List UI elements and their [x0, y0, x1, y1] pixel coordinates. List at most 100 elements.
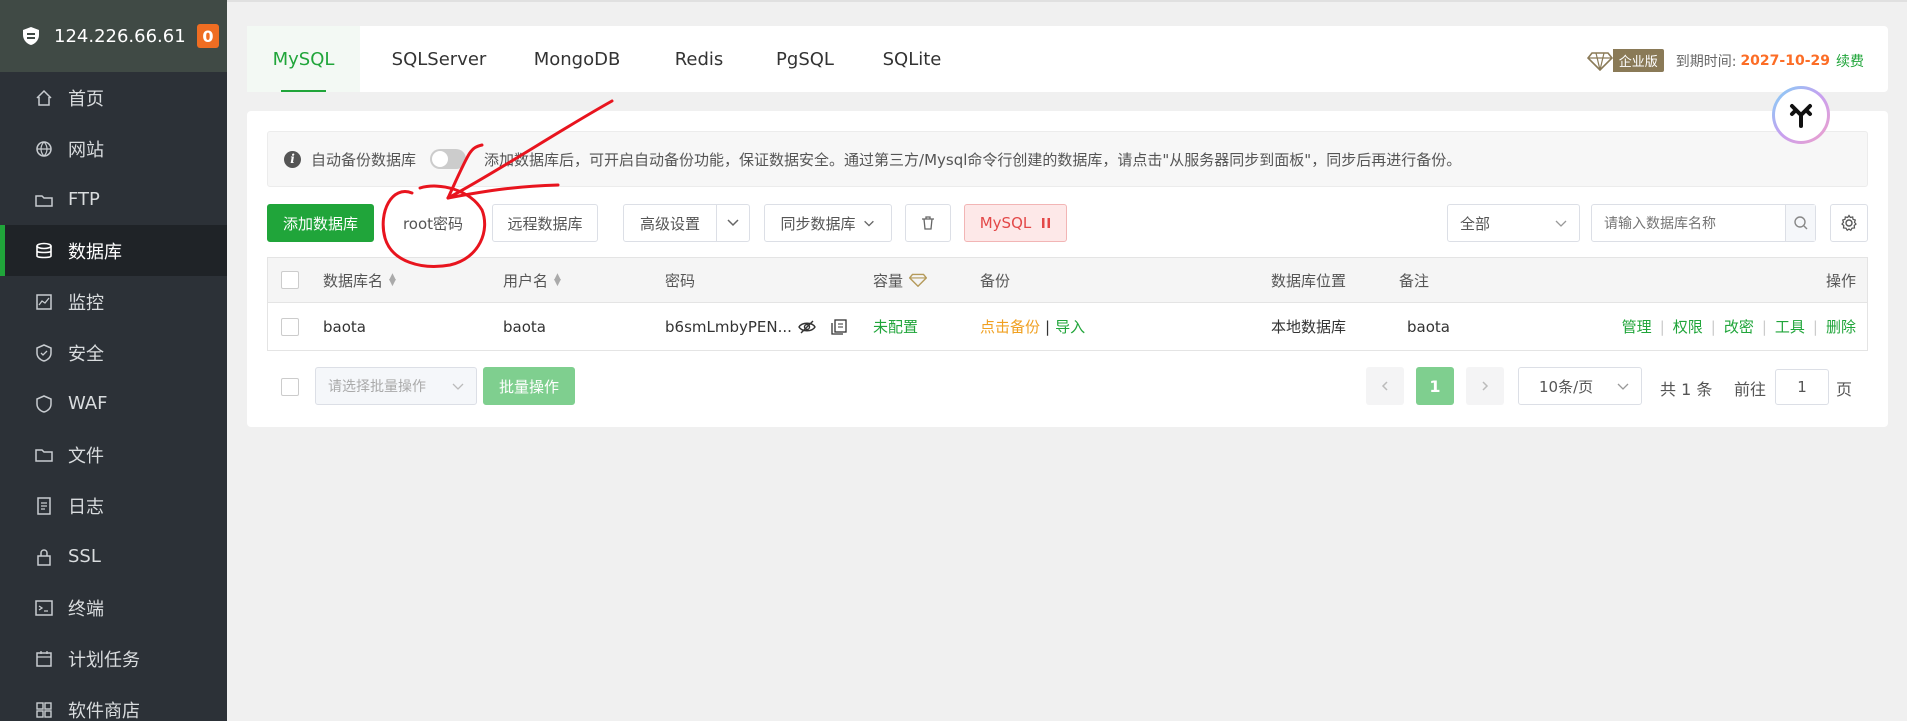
notice-text: 添加数据库后，可开启自动备份功能，保证数据安全。通过第三方/Mysql命令行创建…: [484, 150, 1462, 169]
database-table: 数据库名 ▲ ▼ 用户名 ▲ ▼ 密码 容量 备份 数据库位置 备注 操作 baot…: [267, 257, 1868, 351]
col-name-header[interactable]: 数据库名 ▲ ▼: [323, 258, 396, 302]
server-shield-icon: [20, 25, 42, 47]
database-type-tabs: MySQL SQLServer MongoDB Redis PgSQL SQLi…: [247, 26, 1888, 92]
search-button[interactable]: [1785, 205, 1815, 241]
total-count: 共 1 条: [1660, 380, 1713, 399]
auto-backup-toggle[interactable]: [430, 149, 467, 169]
advanced-settings-button[interactable]: 高级设置: [623, 204, 750, 242]
ftp-icon: [34, 190, 54, 210]
sidebar-item-12[interactable]: 软件商店: [0, 684, 227, 721]
remote-database-button[interactable]: 远程数据库: [492, 204, 598, 242]
sidebar-item-0[interactable]: 首页: [0, 72, 227, 123]
sidebar-item-9[interactable]: SSL: [0, 531, 227, 582]
select-all-checkbox[interactable]: [281, 271, 299, 289]
row-checkbox[interactable]: [281, 317, 299, 336]
root-password-button[interactable]: root密码: [385, 204, 481, 242]
sidebar-item-7[interactable]: 文件: [0, 429, 227, 480]
renew-link[interactable]: 续费: [1836, 51, 1864, 71]
chevron-right-icon: [1479, 380, 1491, 392]
tab-sqlite[interactable]: SQLite: [869, 26, 955, 92]
edition-info: 企业版 到期时间: 2027-10-29 续费: [1586, 49, 1864, 72]
home-icon: [34, 88, 54, 108]
add-database-button[interactable]: 添加数据库: [267, 204, 374, 242]
sidebar-item-label: WAF: [68, 393, 108, 414]
assistant-icon: [1784, 98, 1818, 132]
table-header: 数据库名 ▲ ▼ 用户名 ▲ ▼ 密码 容量 备份 数据库位置 备注 操作: [268, 258, 1867, 303]
page-number[interactable]: 1: [1416, 367, 1454, 405]
batch-select-checkbox[interactable]: [281, 378, 299, 396]
permission-link[interactable]: 权限: [1673, 316, 1703, 337]
batch-action-select[interactable]: 请选择批量操作: [315, 367, 477, 405]
sidebar-item-6[interactable]: WAF: [0, 378, 227, 429]
import-link[interactable]: 导入: [1055, 316, 1085, 337]
sort-icon: ▲ ▼: [389, 272, 396, 288]
tab-mongodb[interactable]: MongoDB: [517, 26, 637, 92]
sidebar-item-label: 文件: [68, 445, 104, 467]
page-unit: 页: [1836, 380, 1853, 399]
copy-icon[interactable]: [830, 303, 848, 350]
tab-pgsql[interactable]: PgSQL: [761, 26, 849, 92]
manage-link[interactable]: 管理: [1622, 316, 1652, 337]
sync-database-button[interactable]: 同步数据库: [764, 204, 892, 242]
tab-sqlserver[interactable]: SQLServer: [381, 26, 497, 92]
capacity-config-link[interactable]: 未配置: [873, 303, 918, 350]
batch-action-button[interactable]: 批量操作: [483, 367, 575, 405]
search-input[interactable]: [1592, 205, 1785, 241]
shield-icon: [34, 343, 54, 363]
store-icon: [34, 700, 54, 720]
expire-date: 2027-10-29: [1740, 52, 1830, 69]
backup-now-link[interactable]: 点击备份: [980, 316, 1040, 337]
diamond-icon: [1586, 51, 1613, 71]
sidebar-item-label: 安全: [68, 343, 104, 365]
server-header[interactable]: 124.226.66.61 0: [0, 0, 227, 72]
sidebar-item-label: 终端: [68, 598, 104, 620]
mysql-status-label: MySQL: [979, 214, 1032, 232]
sync-database-label: 同步数据库: [780, 214, 856, 233]
change-password-link[interactable]: 改密: [1724, 316, 1754, 337]
delete-button[interactable]: [905, 204, 951, 242]
db-note[interactable]: baota: [1407, 303, 1450, 350]
sidebar-item-label: 首页: [68, 88, 104, 110]
expire-label: 到期时间:: [1675, 53, 1737, 70]
monitor-icon: [34, 292, 54, 312]
col-capacity-header: 容量: [873, 258, 928, 302]
page-size-select[interactable]: 10条/页: [1518, 367, 1642, 405]
backup-cell: 点击备份 | 导入: [980, 316, 1086, 337]
chevron-down-icon[interactable]: [725, 214, 741, 234]
prev-page-button[interactable]: [1366, 367, 1404, 405]
ssl-icon: [34, 547, 54, 567]
assistant-logo[interactable]: [1772, 86, 1830, 144]
goto-page-input[interactable]: 1: [1775, 369, 1829, 405]
tools-link[interactable]: 工具: [1775, 316, 1805, 337]
col-backup-header: 备份: [980, 271, 1011, 290]
sidebar-item-label: 网站: [68, 139, 104, 161]
mysql-status-button[interactable]: MySQL: [964, 204, 1067, 242]
sidebar-item-8[interactable]: 日志: [0, 480, 227, 531]
delete-link[interactable]: 删除: [1826, 316, 1856, 337]
col-location-header: 数据库位置: [1271, 271, 1347, 290]
message-badge[interactable]: 0: [197, 24, 219, 48]
sidebar-item-4[interactable]: 监控: [0, 276, 227, 327]
trash-icon: [920, 215, 936, 231]
tab-mysql[interactable]: MySQL: [247, 26, 360, 92]
gear-icon: [1840, 214, 1858, 232]
filter-select[interactable]: 全部: [1447, 204, 1580, 242]
sidebar-item-10[interactable]: 终端: [0, 582, 227, 633]
sidebar-item-5[interactable]: 安全: [0, 327, 227, 378]
sidebar-item-3[interactable]: 数据库: [0, 225, 227, 276]
pause-icon: [1041, 217, 1051, 229]
sidebar-item-2[interactable]: FTP: [0, 174, 227, 225]
sort-icon: ▲ ▼: [554, 272, 561, 288]
show-password-icon[interactable]: [798, 303, 816, 350]
sidebar-item-1[interactable]: 网站: [0, 123, 227, 174]
chevron-down-icon: [450, 378, 466, 398]
terminal-icon: [34, 598, 54, 618]
next-page-button[interactable]: [1466, 367, 1504, 405]
waf-icon: [34, 394, 54, 414]
tab-redis[interactable]: Redis: [657, 26, 741, 92]
col-user-header[interactable]: 用户名 ▲ ▼: [503, 258, 561, 302]
sidebar-item-11[interactable]: 计划任务: [0, 633, 227, 684]
col-capacity-label: 容量: [873, 271, 904, 290]
column-settings-button[interactable]: [1830, 204, 1868, 242]
goto-label: 前往: [1734, 380, 1767, 399]
